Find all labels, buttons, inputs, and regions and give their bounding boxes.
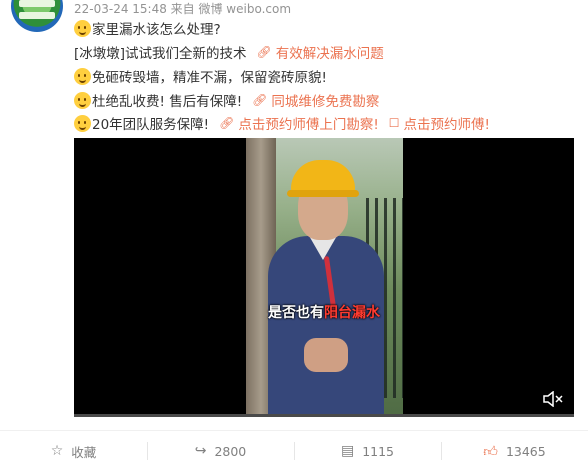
post-line-4: 杜绝乱收费! 售后有保障! 🔗︎ 同城维修免费勘察 <box>74 90 379 110</box>
comment-icon: ▤ <box>340 443 355 459</box>
thumbs-up-icon: 👍︎ <box>483 443 498 460</box>
action-bar: ☆ 收藏 ↪ 2800 ▤ 1115 👍︎ 13465 <box>0 430 588 471</box>
comment-button[interactable]: ▤ 1115 <box>294 431 441 471</box>
video-frame <box>246 138 403 417</box>
star-icon: ☆ <box>50 443 64 459</box>
post-text: [冰墩墩]试试我们全新的技术 <box>74 46 247 62</box>
repost-count: 2800 <box>214 443 247 459</box>
free-survey-link[interactable]: 🔗︎ 同城维修免费勘察 <box>252 90 379 110</box>
post-line-5: 20年团队服务保障! 🔗︎ 点击预约师傅上门勘察! ☐ 点击预约师傅! <box>74 113 490 133</box>
comment-count: 1115 <box>362 443 395 459</box>
video-player[interactable]: 是否也有阳台漏水 <box>74 138 574 417</box>
video-subtitle: 是否也有阳台漏水 <box>74 302 574 322</box>
favorite-button[interactable]: ☆ 收藏 <box>0 431 147 471</box>
post-text: 免砸砖毁墙，精准不漏，保留瓷砖原貌! <box>92 70 327 86</box>
book-visit-link[interactable]: 🔗︎ 点击预约师傅上门勘察! <box>219 113 379 133</box>
link-icon: 🔗︎ <box>252 93 268 107</box>
video-progress-bar[interactable] <box>74 414 574 417</box>
post-line-3: 免砸砖毁墙，精准不漏，保留瓷砖原貌! <box>74 66 327 86</box>
book-visit-link-label: 点击预约师傅上门勘察! <box>238 117 379 133</box>
repost-icon: ↪ <box>194 443 207 459</box>
free-survey-link-label: 同城维修免费勘察 <box>271 94 380 110</box>
favorite-label: 收藏 <box>71 444 97 460</box>
post-line-1: 家里漏水该怎么处理? <box>74 18 221 38</box>
avatar-stripe <box>19 0 55 7</box>
topic-link-label: 有效解决漏水问题 <box>275 46 384 62</box>
avatar-stripe <box>19 12 55 19</box>
crying-face-emoji <box>74 19 91 37</box>
hard-hat <box>287 160 359 197</box>
subtitle-highlight: 阳台漏水 <box>324 305 380 321</box>
link-icon: 🔗︎ <box>256 45 272 59</box>
speaker-muted-icon[interactable] <box>542 390 564 408</box>
avatar[interactable] <box>11 0 63 32</box>
post-text: 杜绝乱收费! 售后有保障! <box>92 94 243 110</box>
subtitle-text: 是否也有 <box>268 305 324 321</box>
repost-button[interactable]: ↪ 2800 <box>147 431 294 471</box>
post-text: 20年团队服务保障! <box>92 117 210 133</box>
shushing-face-emoji <box>74 91 91 109</box>
post-meta: 22-03-24 15:48 来自 微博 weibo.com <box>74 2 292 16</box>
worker-hands <box>304 338 348 372</box>
link-icon: 🔗︎ <box>219 116 235 130</box>
like-button[interactable]: 👍︎ 13465 <box>441 431 588 471</box>
topic-link[interactable]: 🔗︎ 有效解决漏水问题 <box>257 42 384 62</box>
thinking-face-emoji <box>74 114 91 132</box>
chat-icon: ☐ <box>388 116 400 130</box>
book-master-link-label: 点击预约师傅! <box>403 117 490 133</box>
smiling-face-emoji <box>74 67 91 85</box>
book-master-link[interactable]: ☐ 点击预约师傅! <box>389 113 490 133</box>
post-text: 家里漏水该怎么处理? <box>92 22 221 38</box>
like-count: 13465 <box>505 443 546 459</box>
post-line-2: [冰墩墩]试试我们全新的技术 🔗︎ 有效解决漏水问题 <box>74 42 384 62</box>
